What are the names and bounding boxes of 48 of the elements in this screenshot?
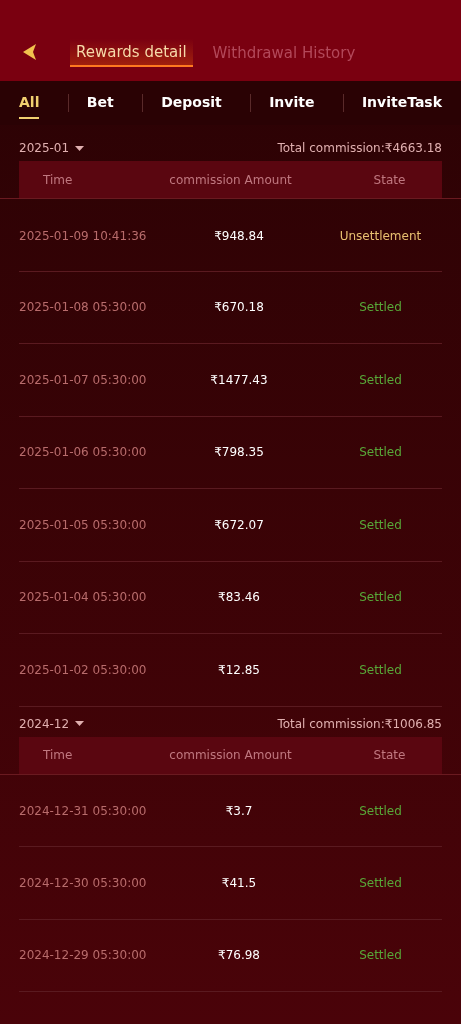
column-header: State xyxy=(372,748,407,762)
row-amount: ₹76.98 xyxy=(217,947,261,965)
filter-tab[interactable]: Bet xyxy=(86,87,114,119)
row-amount: ₹672.07 xyxy=(213,516,265,534)
row-state: Settled xyxy=(358,947,403,965)
row-amount: ₹12.85 xyxy=(217,661,261,679)
column-header: commission Amount xyxy=(168,172,293,187)
row-time: 2024-12-29 05:30:00 xyxy=(19,947,148,965)
row-time: 2025-01-05 05:30:00 xyxy=(19,516,148,534)
column-header: commission Amount xyxy=(168,748,293,762)
filter-tab[interactable]: Invite xyxy=(269,87,315,119)
filter-tab[interactable]: InviteTask xyxy=(361,87,442,119)
row-amount: ₹41.5 xyxy=(220,874,258,892)
row-amount: ₹948.84 xyxy=(213,227,265,245)
row-state: Settled xyxy=(358,444,403,462)
row-time: 2024-12-30 05:30:00 xyxy=(19,874,148,892)
header-tab[interactable]: Rewards detail xyxy=(70,38,193,67)
row-state: Settled xyxy=(358,803,403,821)
row-amount: ₹83.46 xyxy=(217,589,261,607)
row-time: 2025-01-08 05:30:00 xyxy=(19,299,148,317)
column-header: Time xyxy=(42,172,74,187)
row-state: Unsettlement xyxy=(338,227,423,245)
row-state: Settled xyxy=(358,299,403,317)
total-commission: Total commission:₹1006.85 xyxy=(277,715,442,733)
column-header: State xyxy=(372,172,407,187)
row-amount: ₹670.18 xyxy=(213,299,265,317)
dropdown-caret-icon xyxy=(75,721,85,726)
row-state: Settled xyxy=(358,516,403,534)
row-state: Settled xyxy=(358,589,403,607)
row-amount: ₹798.35 xyxy=(213,444,265,462)
filter-tab[interactable]: All xyxy=(19,87,40,119)
row-state: Settled xyxy=(358,371,403,389)
column-header: Time xyxy=(42,748,74,762)
row-state: Settled xyxy=(358,874,403,892)
month-selector[interactable]: 2025-01 xyxy=(19,139,85,157)
month-selector[interactable]: 2024-12 xyxy=(19,714,85,733)
row-amount: ₹1477.43 xyxy=(209,371,269,389)
row-time: 2025-01-09 10:41:36 xyxy=(19,227,148,245)
row-time: 2025-01-04 05:30:00 xyxy=(19,589,148,607)
row-time: 2025-01-07 05:30:00 xyxy=(19,371,148,389)
row-time: 2025-01-06 05:30:00 xyxy=(19,444,148,462)
row-time: 2024-12-31 05:30:00 xyxy=(19,803,148,821)
row-state: Settled xyxy=(358,661,403,679)
total-commission: Total commission:₹4663.18 xyxy=(277,140,442,157)
dropdown-caret-icon xyxy=(75,145,85,151)
row-amount: ₹3.7 xyxy=(224,803,254,821)
filter-tab[interactable]: Deposit xyxy=(161,87,222,119)
row-time: 2025-01-02 05:30:00 xyxy=(19,661,148,679)
